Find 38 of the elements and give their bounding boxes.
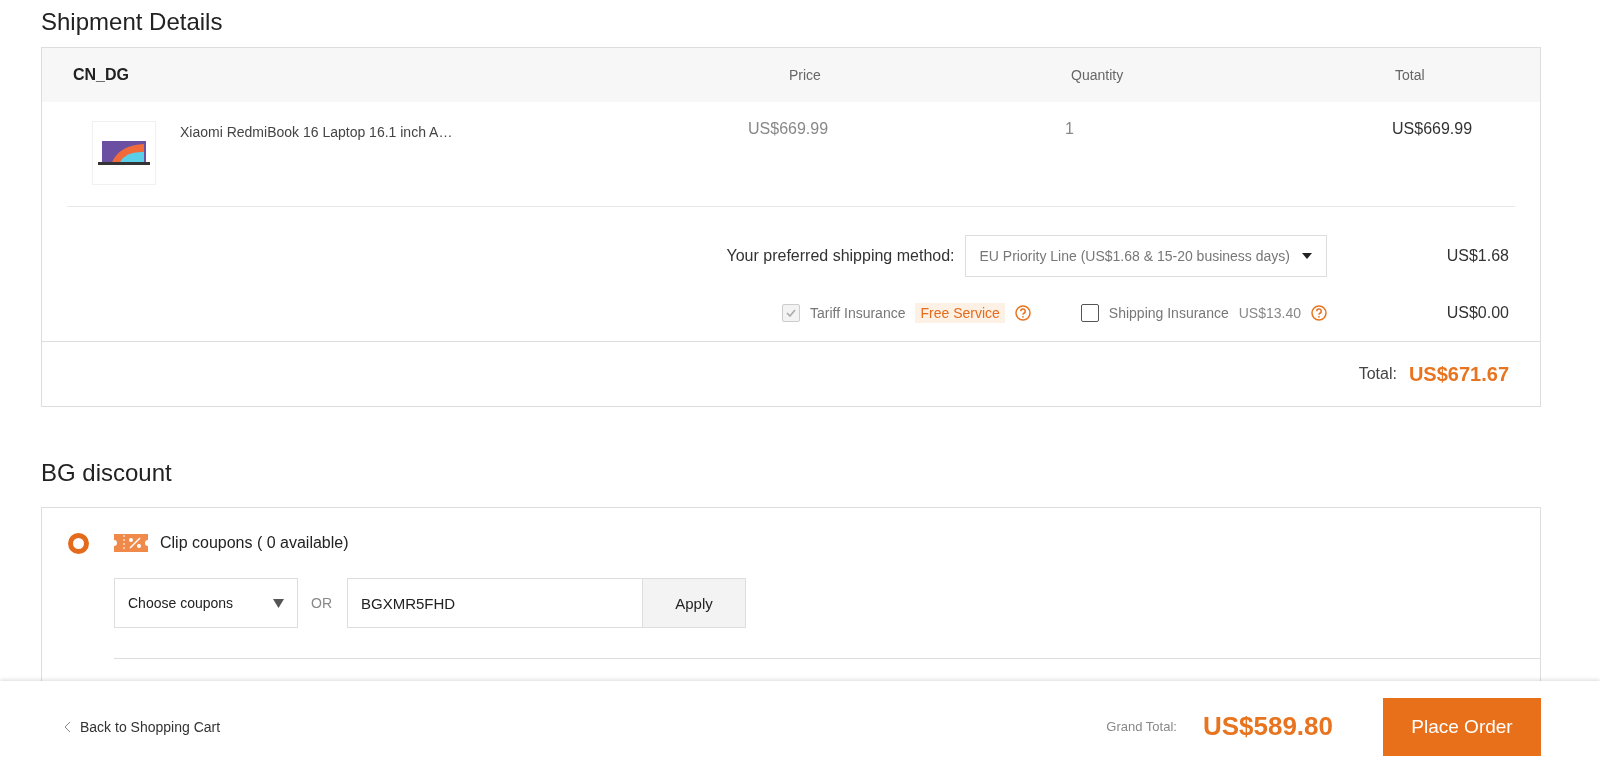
or-separator: OR [311, 595, 332, 611]
shipping-method-label: Your preferred shipping method: [726, 247, 955, 265]
product-price: US$669.99 [748, 120, 829, 138]
warehouse-label: CN_DG [73, 66, 129, 84]
shipping-cost: US$1.68 [1445, 247, 1509, 265]
chevron-left-icon [64, 720, 71, 733]
caret-icon [1302, 253, 1312, 259]
column-header: Price [789, 67, 821, 83]
column-header: Total [1395, 67, 1425, 83]
free-service-tag: Free Service [915, 303, 1005, 323]
laptop-thumbnail [92, 121, 156, 185]
check-icon [786, 309, 796, 317]
back-link[interactable]: Back to Shopping Cart [80, 718, 221, 735]
coupon-dropdown[interactable]: Choose coupons [114, 578, 298, 628]
total-label: Total: [1358, 365, 1397, 383]
insurance-label: Shipping Insurance [1108, 305, 1229, 321]
product-name[interactable]: Xiaomi RedmiBook 16 Laptop 16.1 inch A… [180, 124, 453, 140]
help-icon[interactable] [1014, 305, 1031, 321]
section-title: BG discount [41, 458, 173, 488]
section-title: Shipment Details [41, 7, 224, 37]
coupon-code-field[interactable]: BGXMR5FHD [347, 578, 643, 628]
apply-button[interactable]: Apply [643, 578, 746, 628]
product-quantity: 1 [1065, 120, 1074, 138]
grand-total-amount: US$589.80 [1202, 711, 1333, 742]
grand-total-label: Grand Total: [1106, 719, 1177, 734]
insurance-label: Tariff Insurance [810, 305, 906, 321]
coupon-radio[interactable] [68, 532, 89, 554]
caret-icon [273, 598, 284, 608]
help-icon[interactable] [1311, 305, 1327, 321]
insurance-cost: US$0.00 [1445, 304, 1509, 322]
total-amount: US$671.67 [1408, 362, 1509, 386]
shipping-method-dropdown[interactable]: EU Priority Line (US$1.68 & 15-20 business days) [964, 235, 1327, 277]
column-header: Quantity [1071, 67, 1124, 83]
coupon-ticket-icon [114, 534, 148, 552]
coupon-option-label: Clip coupons ( 0 available) [160, 534, 349, 552]
insurance-checkbox[interactable] [1080, 304, 1099, 322]
product-total: US$669.99 [1392, 120, 1473, 138]
insurance-price: US$13.40 [1238, 305, 1301, 321]
